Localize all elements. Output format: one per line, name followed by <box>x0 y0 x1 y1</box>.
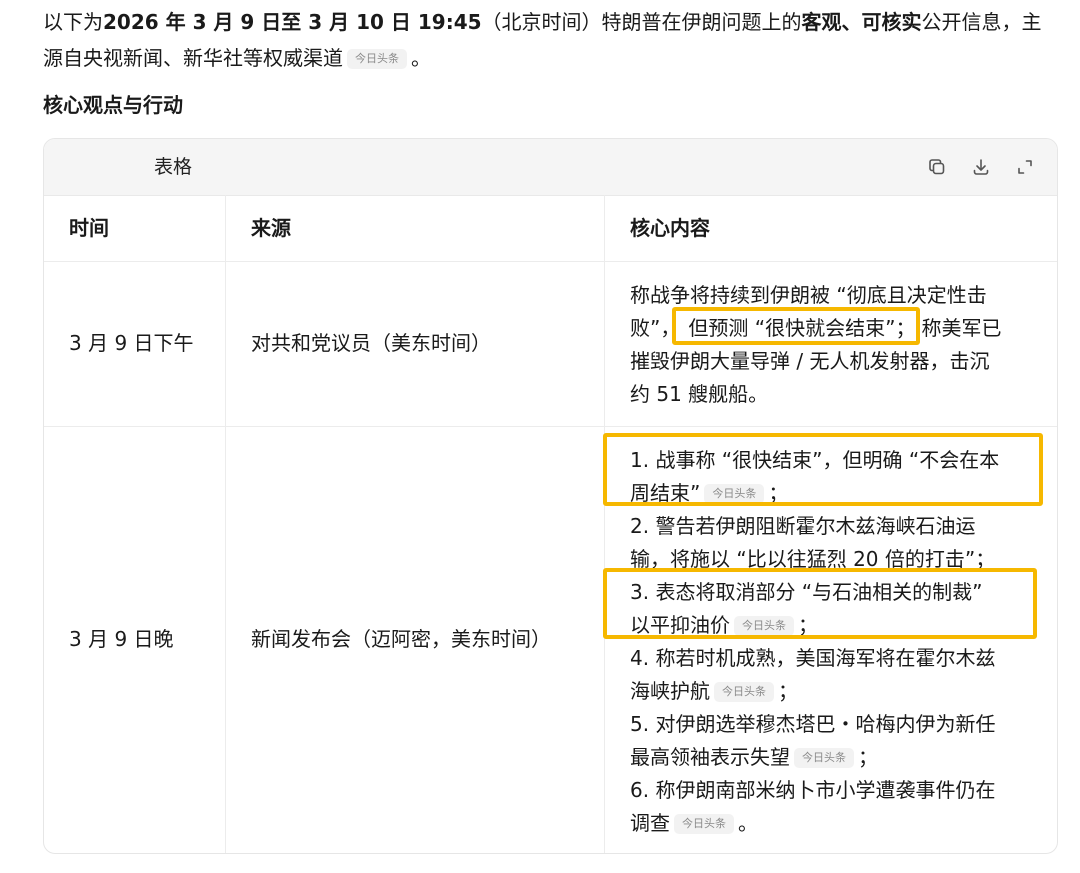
list-item-text: 1. 战事称 “很快结束”，但明确 “不会在本 <box>630 448 1000 472</box>
section-title: 核心观点与行动 <box>43 93 183 117</box>
list-item-text: 以平抑油价 <box>630 613 730 637</box>
intro-line-1: 以下为2026 年 3 月 9 日至 3 月 10 日 19:45（北京时间）特… <box>43 4 1080 40</box>
intro-line-2: 源自央视新闻、新华社等权威渠道 今日头条。 <box>43 40 1080 76</box>
highlighted-quote: 但预测 “很快就会结束”； <box>688 316 916 340</box>
source-chip[interactable]: 今日头条 <box>734 616 794 636</box>
list-item-text: 4. 称若时机成熟，美国海军将在霍尔木兹 <box>630 646 996 670</box>
list-item-text: 2. 警告若伊朗阻断霍尔木兹海峡石油运 <box>630 514 976 538</box>
table-cell-source: 对共和党议员（美东时间） <box>251 331 491 355</box>
list-item-text: 5. 对伊朗选举穆杰塔巴・哈梅内伊为新任 <box>630 712 996 736</box>
intro-paragraph: 以下为2026 年 3 月 9 日至 3 月 10 日 19:45（北京时间）特… <box>43 4 1080 76</box>
source-chip[interactable]: 今日头条 <box>704 484 765 504</box>
row-divider <box>44 261 1057 262</box>
content-text: 称美军已 <box>921 316 1002 340</box>
column-header-time: 时间 <box>69 216 109 240</box>
list-item-text: 输，将施以 “比以往猛烈 20 倍的打击”； <box>630 547 996 571</box>
row-divider <box>44 426 1057 427</box>
content-line: 摧毁伊朗大量导弹 / 无人机发射器，击沉 <box>630 349 990 373</box>
chat-answer-view: 以下为2026 年 3 月 9 日至 3 月 10 日 19:45（北京时间）特… <box>0 0 1080 873</box>
list-item: 1. 战事称 “很快结束”，但明确 “不会在本 周结束” 今日头条； <box>630 444 1040 510</box>
list-item-text: 最高领袖表示失望 <box>630 745 790 769</box>
intro-text: 以下为 <box>43 10 103 34</box>
list-item-end: ； <box>798 613 818 637</box>
source-chip[interactable]: 今日头条 <box>794 748 854 768</box>
table-cell-time: 3 月 9 日晚 <box>69 627 174 651</box>
table-cell-time: 3 月 9 日下午 <box>69 331 194 355</box>
content-line: 称战争将持续到伊朗被 “彻底且决定性击 <box>630 283 987 307</box>
intro-text: 。 <box>411 46 431 70</box>
content-text: 败”， <box>630 316 681 340</box>
list-item: 3. 表态将取消部分 “与石油相关的制裁” 以平抑油价 今日头条； <box>630 576 1040 642</box>
list-item-end: ； <box>858 745 878 769</box>
list-item: 4. 称若时机成熟，美国海军将在霍尔木兹 海峡护航 今日头条； <box>630 642 1040 708</box>
table-card-header: 表格 <box>44 139 1057 196</box>
table-cell-content: 1. 战事称 “很快结束”，但明确 “不会在本 周结束” 今日头条； 2. 警告若伊… <box>630 444 1040 840</box>
copy-icon[interactable] <box>925 155 949 179</box>
source-chip[interactable]: 今日头条 <box>347 49 407 69</box>
intro-text: 源自央视新闻、新华社等权威渠道 <box>43 46 343 70</box>
list-item: 5. 对伊朗选举穆杰塔巴・哈梅内伊为新任 最高领袖表示失望 今日头条； <box>630 708 1040 774</box>
column-header-source: 来源 <box>251 216 291 240</box>
intro-text: （北京时间）特朗普在伊朗问题上的 <box>481 10 802 34</box>
list-item-text: 3. 表态将取消部分 “与石油相关的制裁” <box>630 580 983 604</box>
intro-text: 公开信息，主 <box>921 10 1042 34</box>
list-item-end: 。 <box>738 811 758 835</box>
column-header-content: 核心内容 <box>630 216 710 240</box>
intro-date-range: 2026 年 3 月 9 日至 3 月 10 日 19:45 <box>103 10 482 34</box>
list-item-text: 6. 称伊朗南部米纳卜市小学遭袭事件仍在 <box>630 778 996 802</box>
intro-emphasis: 客观、可核实 <box>801 10 922 34</box>
table-card-title: 表格 <box>154 156 193 178</box>
expand-icon[interactable] <box>1013 155 1037 179</box>
column-divider <box>604 195 605 853</box>
list-item-text: 调查 <box>630 811 670 835</box>
content-line: 败”， 但预测 “很快就会结束”； 称美军已 <box>630 312 1040 345</box>
source-chip[interactable]: 今日头条 <box>674 814 734 834</box>
table-cell-source: 新闻发布会（迈阿密，美东时间） <box>251 627 551 651</box>
column-divider <box>225 195 226 853</box>
table-cell-content: 称战争将持续到伊朗被 “彻底且决定性击 败”， 但预测 “很快就会结束”； 称美军已… <box>630 279 1040 411</box>
list-item-end: ； <box>768 481 789 505</box>
list-item: 2. 警告若伊朗阻断霍尔木兹海峡石油运 输，将施以 “比以往猛烈 20 倍的打击”… <box>630 510 1040 576</box>
download-icon[interactable] <box>969 155 993 179</box>
table-card: 表格 时间 来源 核心内容 3 月 9 日下午 对共和党议员（美东时间） 称战争… <box>43 138 1058 854</box>
list-item-end: ； <box>778 679 798 703</box>
list-item: 6. 称伊朗南部米纳卜市小学遭袭事件仍在 调查 今日头条。 <box>630 774 1040 840</box>
source-chip[interactable]: 今日头条 <box>714 682 774 702</box>
list-item-text: 周结束” <box>630 481 701 505</box>
list-item-text: 海峡护航 <box>630 679 710 703</box>
content-line: 约 51 艘舰船。 <box>630 382 769 406</box>
